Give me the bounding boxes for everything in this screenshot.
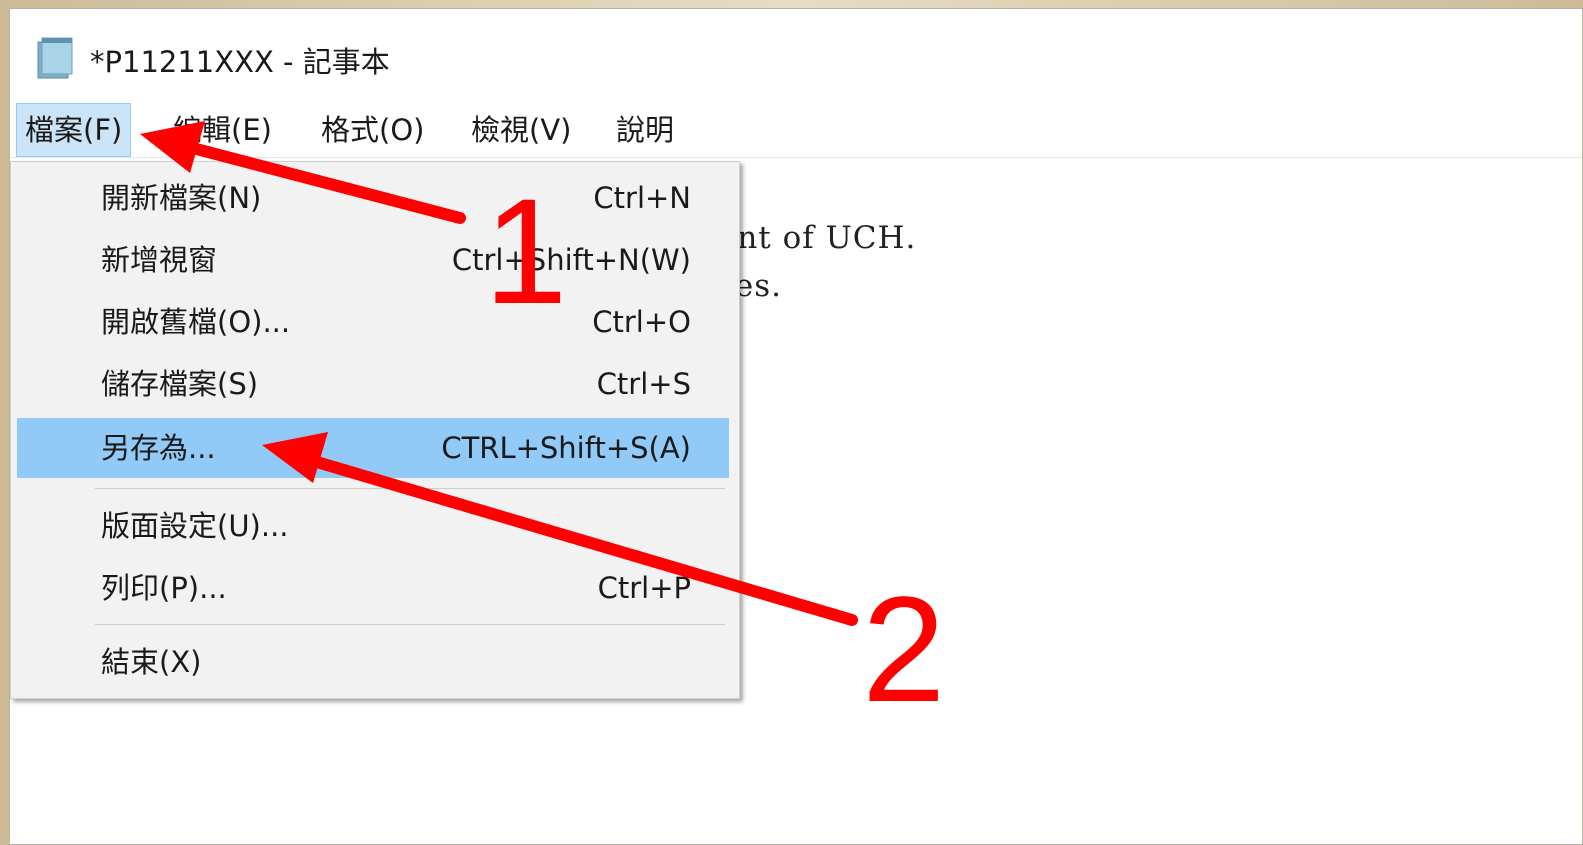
step-number-2: 2 (862, 565, 946, 733)
menu-item-label: 儲存檔案(S) (101, 367, 259, 401)
menu-item-shortcut: Ctrl+O (592, 305, 691, 339)
menu-item-page-setup[interactable]: 版面設定(U)... (17, 496, 729, 556)
menu-item-open[interactable]: 開啟舊檔(O)... Ctrl+O (17, 292, 729, 352)
menu-item-shortcut: Ctrl+P (597, 571, 691, 605)
menu-separator (95, 624, 725, 625)
menu-item-label: 新增視窗 (101, 243, 218, 277)
menu-item-label: 開啟舊檔(O)... (101, 305, 291, 339)
menu-separator (95, 488, 725, 489)
title-bar: *P11211XXX - 記事本 (10, 9, 1582, 101)
notepad-window: *P11211XXX - 記事本 檔案(F) 編輯(E) 格式(O) 檢視(V)… (9, 8, 1583, 845)
menu-item-shortcut: Ctrl+N (593, 181, 691, 215)
menu-item-save-as[interactable]: 另存為... CTRL+Shift+S(A) (17, 418, 729, 478)
menu-item-label: 列印(P)... (101, 571, 227, 605)
menu-edit[interactable]: 編輯(E) (165, 103, 280, 157)
menu-item-label: 開新檔案(N) (101, 181, 262, 215)
menu-bar: 檔案(F) 編輯(E) 格式(O) 檢視(V) 說明 (10, 103, 1582, 158)
menu-item-print[interactable]: 列印(P)... Ctrl+P (17, 558, 729, 618)
menu-item-new[interactable]: 開新檔案(N) Ctrl+N (17, 168, 729, 228)
menu-help[interactable]: 說明 (608, 103, 682, 157)
menu-item-label: 另存為... (101, 431, 216, 465)
file-menu-dropdown: 開新檔案(N) Ctrl+N 新增視窗 Ctrl+Shift+N(W) 開啟舊檔… (10, 161, 740, 699)
step-number-1: 1 (484, 167, 568, 335)
notepad-icon (36, 36, 76, 80)
menu-format[interactable]: 格式(O) (313, 103, 432, 157)
editor-line-2: ent of UCH. (718, 220, 917, 256)
menu-item-save[interactable]: 儲存檔案(S) Ctrl+S (17, 354, 729, 414)
menu-item-label: 版面設定(U)... (101, 509, 289, 543)
menu-item-shortcut: CTRL+Shift+S(A) (441, 431, 691, 465)
menu-item-new-window[interactable]: 新增視窗 Ctrl+Shift+N(W) (17, 230, 729, 290)
menu-file[interactable]: 檔案(F) (16, 103, 132, 157)
window-title: *P11211XXX - 記事本 (90, 45, 390, 79)
menu-view[interactable]: 檢視(V) (463, 103, 579, 157)
menu-item-exit[interactable]: 結束(X) (17, 632, 729, 692)
menu-item-shortcut: Ctrl+S (596, 367, 691, 401)
menu-item-label: 結束(X) (101, 645, 202, 679)
